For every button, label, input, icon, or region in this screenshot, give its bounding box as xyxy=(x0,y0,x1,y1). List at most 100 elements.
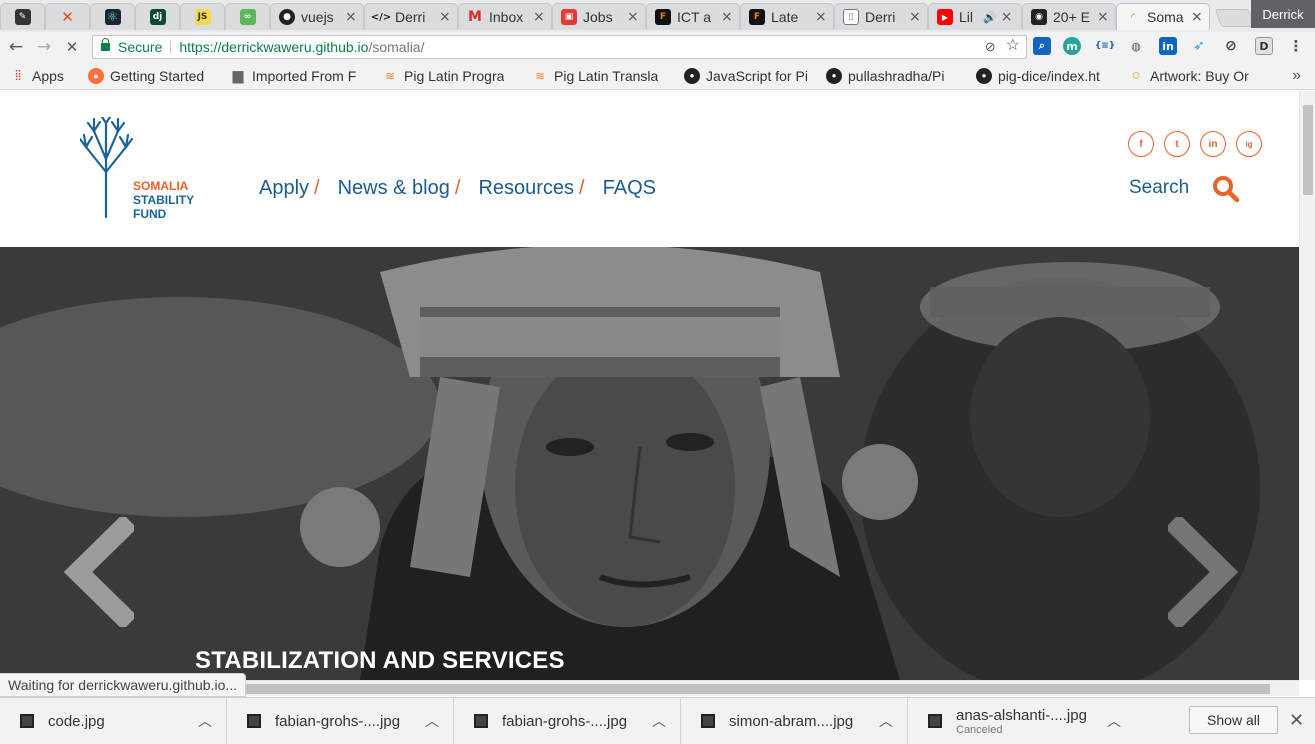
tab-2[interactable]: ✕ xyxy=(45,3,90,30)
tab-close-icon[interactable]: × xyxy=(1097,9,1109,25)
tab-close-icon[interactable]: × xyxy=(345,9,357,25)
chevron-up-icon[interactable]: ︿ xyxy=(1107,711,1121,731)
blocked-content-icon[interactable]: ⊘ xyxy=(985,39,996,55)
chevron-up-icon[interactable]: ︿ xyxy=(652,711,666,731)
extension-feed-icon[interactable]: ◍ xyxy=(1127,37,1145,55)
site-logo[interactable]: SOMALIA STABILITY FUND xyxy=(80,117,210,227)
search-icon[interactable] xyxy=(1212,175,1240,203)
tab-4[interactable]: dj xyxy=(135,3,180,30)
show-all-downloads-button[interactable]: Show all xyxy=(1189,706,1278,734)
instagram-icon[interactable]: ig xyxy=(1236,131,1262,157)
download-item[interactable]: fabian-grohs-....jpg ︿ xyxy=(227,697,454,744)
nav-apply[interactable]: Apply xyxy=(259,177,309,200)
bookmark-star-icon[interactable]: ☆ xyxy=(1006,38,1020,55)
tab-ict[interactable]: F ICT a × xyxy=(646,3,740,30)
extension-d-icon[interactable]: D xyxy=(1255,37,1273,55)
new-tab-button[interactable] xyxy=(1214,9,1256,27)
nav-faqs[interactable]: FAQS xyxy=(603,177,656,200)
camera-favicon-icon: ◉ xyxy=(1031,9,1047,25)
tab-5[interactable]: JS xyxy=(180,3,225,30)
bookmark-javascript-for-pig[interactable]: ● JavaScript for Pi xyxy=(684,67,814,84)
menu-kebab-icon[interactable]: ⋮ xyxy=(1287,37,1305,55)
profile-button[interactable]: Derrick xyxy=(1251,0,1315,28)
stackoverflow-icon: ≋ xyxy=(384,68,396,83)
linkedin-icon[interactable]: in xyxy=(1200,131,1226,157)
tab-1[interactable]: ✎ xyxy=(0,3,45,30)
tab-6[interactable]: ∞ xyxy=(225,3,270,30)
bookmark-label: Artwork: Buy Or xyxy=(1150,67,1249,84)
tab-close-icon[interactable]: × xyxy=(721,9,733,25)
github-icon: ● xyxy=(976,67,992,84)
twitter-icon[interactable]: t xyxy=(1164,131,1190,157)
tab-late[interactable]: F Late × xyxy=(740,3,834,30)
stop-loading-button[interactable]: ✕ xyxy=(60,35,84,59)
tab-inbox[interactable]: M Inbox × xyxy=(458,3,552,30)
download-text: anas-alshanti-....jpg Canceled xyxy=(956,707,1087,736)
image-file-icon xyxy=(701,714,715,728)
ict-favicon-icon: F xyxy=(655,9,671,25)
nav-resources[interactable]: Resources xyxy=(478,177,574,200)
extension-search-icon[interactable]: ⌕ xyxy=(1033,37,1051,55)
tab-close-icon[interactable]: × xyxy=(533,9,545,25)
bookmark-pullashradha[interactable]: ● pullashradha/Pi xyxy=(826,67,964,84)
tab-20e[interactable]: ◉ 20+ E × xyxy=(1022,3,1116,30)
chevron-up-icon[interactable]: ︿ xyxy=(879,711,893,731)
twitter-extension-icon[interactable]: ➶ xyxy=(1190,37,1208,55)
chevron-up-icon[interactable]: ︿ xyxy=(425,711,439,731)
tab-close-icon[interactable]: × xyxy=(627,9,639,25)
tab-3[interactable]: ⚛ xyxy=(90,3,135,30)
ict-favicon-icon: F xyxy=(749,9,765,25)
bookmark-pig-latin-program[interactable]: ≋ Pig Latin Progra xyxy=(382,68,520,84)
site-header: SOMALIA STABILITY FUND Apply / News & blo… xyxy=(0,91,1299,247)
extension-m-icon[interactable]: m xyxy=(1063,37,1081,55)
forward-button[interactable]: → xyxy=(32,35,56,59)
search-link[interactable]: Search xyxy=(1129,177,1189,199)
extension-block-icon[interactable]: ⊘ xyxy=(1222,37,1240,55)
bookmark-label: pullashradha/Pi xyxy=(848,67,945,84)
status-bubble: Waiting for derrickwaweru.github.io... xyxy=(0,673,247,697)
tab-close-icon[interactable]: × xyxy=(1001,9,1013,25)
download-filename: simon-abram....jpg xyxy=(729,712,854,730)
tab-lil[interactable]: ▶ Lil 🔊 × xyxy=(928,3,1022,30)
address-bar[interactable]: Secure https://derrickwaweru.github.io /… xyxy=(92,35,1027,59)
tab-vuejs[interactable]: ● vuejs × xyxy=(270,3,364,30)
tab-derri-2[interactable]: ▯ Derri × xyxy=(834,3,928,30)
download-item[interactable]: simon-abram....jpg ︿ xyxy=(681,697,908,744)
download-item-canceled[interactable]: anas-alshanti-....jpg Canceled ︿ xyxy=(908,698,1135,744)
tab-close-icon[interactable]: × xyxy=(909,9,921,25)
nav-news-blog[interactable]: News & blog xyxy=(338,177,450,200)
code-tag-favicon-icon: </> xyxy=(370,11,392,23)
facebook-icon[interactable]: f xyxy=(1128,131,1154,157)
tab-list: ✎ ✕ ⚛ dj JS ∞ ● vuejs × </> Derri × M In… xyxy=(0,3,1256,32)
carousel-prev-arrow[interactable] xyxy=(64,517,134,627)
tab-derri-1[interactable]: </> Derri × xyxy=(364,3,458,30)
tab-close-icon[interactable]: × xyxy=(1191,9,1203,25)
close-download-shelf-icon[interactable]: ✕ xyxy=(1289,710,1304,731)
bookmark-imported[interactable]: ▆ Imported From F xyxy=(230,68,370,84)
vertical-scrollbar[interactable] xyxy=(1299,91,1315,680)
download-filename: code.jpg xyxy=(48,712,105,730)
tab-close-icon[interactable]: × xyxy=(815,9,827,25)
bookmark-pig-dice[interactable]: ● pig-dice/index.ht xyxy=(976,67,1116,84)
django-favicon-icon: dj xyxy=(149,9,166,25)
bookmark-apps[interactable]: ⣿ Apps xyxy=(10,68,76,84)
audio-playing-icon[interactable]: 🔊 xyxy=(983,11,997,24)
extension-json-icon[interactable]: {≡} xyxy=(1095,37,1115,55)
bookmark-getting-started[interactable]: ● Getting Started xyxy=(88,67,218,84)
chevron-up-icon[interactable]: ︿ xyxy=(198,711,212,731)
bookmarks-overflow-icon[interactable]: » xyxy=(1292,67,1301,85)
linkedin-extension-icon[interactable]: in xyxy=(1159,37,1177,55)
tab-jobs[interactable]: ▣ Jobs × xyxy=(552,3,646,30)
download-item[interactable]: code.jpg ︿ xyxy=(0,697,227,744)
download-item[interactable]: fabian-grohs-....jpg ︿ xyxy=(454,697,681,744)
tab-close-icon[interactable]: × xyxy=(439,9,451,25)
back-button[interactable]: ← xyxy=(4,35,28,59)
hero-carousel: STABILIZATION AND SERVICES xyxy=(0,247,1299,680)
vertical-scroll-thumb[interactable] xyxy=(1303,105,1313,195)
tab-label: Soma xyxy=(1147,9,1184,25)
carousel-next-arrow[interactable] xyxy=(1168,517,1238,627)
code-favicon-icon: ∞ xyxy=(239,9,256,25)
bookmark-artwork[interactable]: ○ Artwork: Buy Or xyxy=(1128,68,1268,84)
bookmark-pig-latin-translator[interactable]: ≋ Pig Latin Transla xyxy=(532,68,672,84)
tab-somalia-active[interactable]: ◜ Soma × xyxy=(1116,3,1210,30)
